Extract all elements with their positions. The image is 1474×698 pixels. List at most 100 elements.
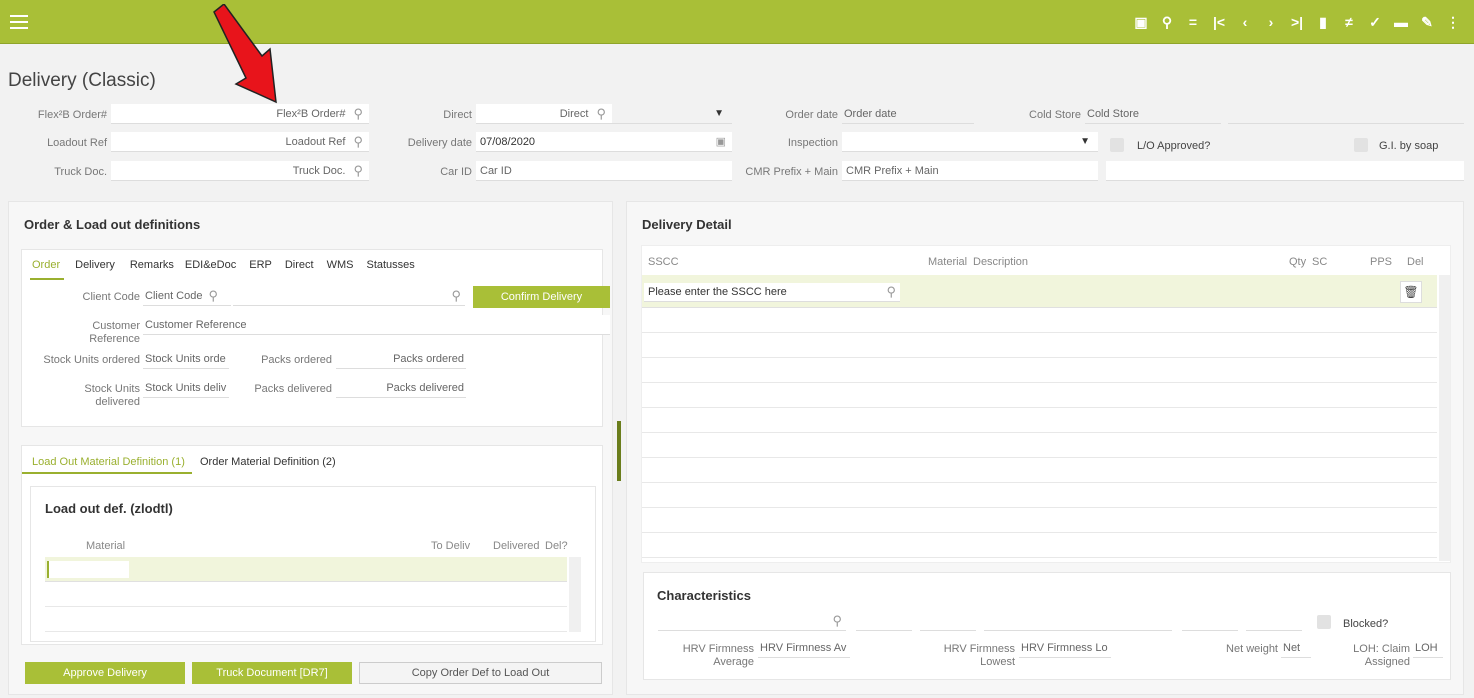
search-icon[interactable]: ⚲	[353, 163, 363, 179]
column-material[interactable]: Material	[86, 540, 125, 552]
column-qty[interactable]: Qty	[1289, 256, 1306, 268]
search-icon[interactable]: ⚲	[451, 288, 461, 304]
delivery-date-input[interactable]: 07/08/2020 ▣	[476, 132, 732, 152]
search-icon[interactable]: ⚲	[353, 106, 363, 122]
cold-store-extra-field[interactable]	[1228, 104, 1464, 124]
more-options-icon[interactable]: ⋮	[1440, 14, 1466, 31]
client-name-input[interactable]: ⚲	[233, 286, 465, 306]
first-record-icon[interactable]: |<	[1206, 14, 1232, 30]
confirm-delivery-button[interactable]: Confirm Delivery	[473, 286, 610, 308]
blocked-checkbox[interactable]	[1317, 615, 1331, 629]
gi-by-soap-checkbox[interactable]	[1354, 138, 1368, 152]
characteristics-field[interactable]	[1182, 611, 1238, 631]
loadout-ref-input[interactable]: Loadout Ref ⚲	[111, 132, 369, 152]
next-record-icon[interactable]: ›	[1258, 14, 1284, 30]
tab-edi-edoc[interactable]: EDI&eDoc	[185, 259, 236, 271]
tab-statusses[interactable]: Statusses	[366, 259, 414, 271]
delete-row-icon[interactable]: 🗑	[1400, 281, 1422, 303]
customer-reference-input[interactable]: Customer Reference	[143, 315, 610, 335]
table-row[interactable]	[45, 557, 567, 582]
last-record-icon[interactable]: >|	[1284, 14, 1310, 30]
characteristics-field[interactable]	[856, 611, 912, 631]
column-del[interactable]: Del	[1407, 256, 1424, 268]
cmr-extra-field[interactable]	[1106, 161, 1464, 181]
sscc-placeholder: Please enter the SSCC here	[648, 286, 787, 298]
direct-input[interactable]: Direct ⚲	[476, 104, 612, 124]
truck-doc-input[interactable]: Truck Doc. ⚲	[111, 161, 369, 181]
packs-ordered-placeholder: Packs ordered	[393, 352, 464, 365]
hrv-average-input[interactable]: HRV Firmness Av	[758, 638, 850, 658]
tab-load-out-material-definition[interactable]: Load Out Material Definition (1)	[32, 456, 185, 468]
calendar-icon[interactable]: ▣	[1128, 14, 1154, 31]
loh-claim-input[interactable]: LOH	[1413, 638, 1443, 658]
truck-document-button[interactable]: Truck Document [DR7]	[192, 662, 352, 684]
sscc-input[interactable]: Please enter the SSCC here ⚲	[644, 283, 900, 302]
column-del[interactable]: Del?	[545, 540, 568, 552]
delivery-grid-scrollbar[interactable]	[1439, 275, 1450, 561]
tab-direct[interactable]: Direct	[285, 259, 314, 271]
edit-icon[interactable]: ≠	[1336, 14, 1362, 30]
tab-remarks[interactable]: Remarks	[130, 259, 174, 271]
client-code-label: Client Code	[82, 291, 140, 303]
flex-order-label: Flex²B Order#	[37, 109, 107, 121]
copy-order-def-button[interactable]: Copy Order Def to Load Out	[359, 662, 602, 684]
net-weight-input[interactable]: Net	[1281, 638, 1311, 658]
lo-approved-checkbox[interactable]	[1110, 138, 1124, 152]
packs-delivered-input[interactable]: Packs delivered	[336, 378, 466, 398]
search-icon[interactable]: ⚲	[353, 134, 363, 150]
tab-delivery[interactable]: Delivery	[75, 259, 115, 271]
column-to-deliv[interactable]: To Deliv	[431, 540, 470, 552]
table-row[interactable]: Please enter the SSCC here ⚲ 🗑	[642, 275, 1437, 308]
car-id-placeholder: Car ID	[480, 164, 512, 177]
characteristics-field[interactable]	[1246, 611, 1302, 631]
column-material[interactable]: Material	[928, 256, 967, 268]
wrench-icon[interactable]: ✎	[1414, 14, 1440, 31]
previous-record-icon[interactable]: ‹	[1232, 14, 1258, 30]
cold-store-input[interactable]: Cold Store	[1085, 104, 1221, 124]
flex-order-input[interactable]: Flex²B Order# ⚲	[111, 104, 369, 124]
client-code-input[interactable]: Client Code ⚲	[143, 286, 231, 306]
checkmark-icon[interactable]: ✓	[1362, 14, 1388, 31]
material-table-scrollbar[interactable]	[569, 557, 581, 632]
characteristics-field[interactable]	[920, 611, 976, 631]
packs-ordered-input[interactable]: Packs ordered	[336, 349, 466, 369]
loh-claim-placeholder: LOH	[1415, 641, 1438, 654]
column-pps[interactable]: PPS	[1370, 256, 1392, 268]
direct-dropdown[interactable]: ▼	[612, 104, 732, 124]
characteristics-title: Characteristics	[657, 588, 751, 603]
column-sc[interactable]: SC	[1312, 256, 1327, 268]
tab-erp[interactable]: ERP	[249, 259, 272, 271]
car-id-input[interactable]: Car ID	[476, 161, 732, 181]
hrv-lowest-label: HRV Firmness Lowest	[919, 643, 1015, 669]
characteristics-search-input[interactable]: ⚲	[658, 611, 846, 631]
search-icon[interactable]: ⚲	[208, 288, 218, 304]
column-sscc[interactable]: SSCC	[648, 256, 679, 268]
approve-delivery-button[interactable]: Approve Delivery	[25, 662, 185, 684]
loadout-ref-label: Loadout Ref	[47, 137, 107, 149]
trash-icon[interactable]: ▬	[1388, 14, 1414, 30]
menu-icon[interactable]	[10, 11, 28, 33]
hrv-lowest-input[interactable]: HRV Firmness Lo	[1019, 638, 1111, 658]
stock-units-delivered-input[interactable]: Stock Units deliv	[143, 378, 229, 398]
net-weight-placeholder: Net	[1283, 641, 1301, 654]
search-icon[interactable]: ⚲	[596, 106, 606, 122]
tab-order-material-definition[interactable]: Order Material Definition (2)	[200, 456, 336, 468]
inspection-select[interactable]: ▼	[842, 132, 1098, 152]
cmr-input[interactable]: CMR Prefix + Main	[842, 161, 1098, 181]
equals-icon[interactable]: =	[1180, 14, 1206, 30]
new-document-icon[interactable]: ▮	[1310, 14, 1336, 31]
search-icon[interactable]: ⚲	[1154, 14, 1180, 31]
table-row	[642, 533, 1437, 558]
tab-wms[interactable]: WMS	[327, 259, 354, 271]
calendar-icon[interactable]: ▣	[716, 135, 726, 148]
material-cell-input[interactable]	[47, 561, 129, 578]
column-delivered[interactable]: Delivered	[493, 540, 539, 552]
search-icon[interactable]: ⚲	[832, 613, 842, 629]
search-icon[interactable]: ⚲	[886, 284, 896, 300]
stock-units-ordered-input[interactable]: Stock Units orde	[143, 349, 229, 369]
characteristics-field[interactable]	[984, 611, 1172, 631]
tab-order[interactable]: Order	[32, 259, 60, 271]
order-date-input[interactable]: Order date	[842, 104, 974, 124]
panel-splitter-handle[interactable]	[617, 421, 621, 481]
column-description[interactable]: Description	[973, 256, 1028, 268]
